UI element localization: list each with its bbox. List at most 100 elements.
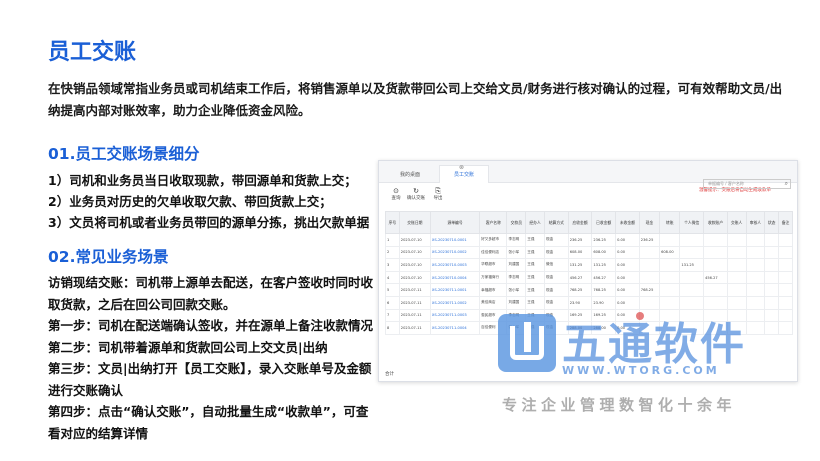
table-cell	[778, 270, 793, 285]
search-icon[interactable]: ⌕	[785, 180, 788, 188]
logo-dot-icon	[636, 312, 644, 320]
table-cell[interactable]: XS-20230711-0003	[429, 308, 481, 323]
table-cell: 佳佳便利店	[479, 245, 508, 260]
table-cell: 2023-07-11	[398, 283, 431, 297]
export-icon: ⎘	[435, 187, 441, 195]
table-cell	[764, 283, 780, 297]
column-header[interactable]: 交账人	[726, 211, 747, 234]
table-cell: 王强	[525, 270, 545, 285]
table-cell	[778, 233, 793, 247]
table-cell	[745, 270, 766, 285]
table-cell: 0.00	[615, 270, 640, 285]
column-header[interactable]: 结算方式	[543, 211, 569, 234]
column-header[interactable]: 客户名称	[479, 211, 508, 234]
table-row[interactable]: 5 2023-07-11 XS-20230711-0001 幸福超市 张小军 王强 现金 76…	[385, 283, 793, 297]
table-cell: 现金	[543, 283, 569, 297]
column-header[interactable]: 序号	[385, 211, 400, 234]
column-header[interactable]: 经办人	[525, 211, 545, 234]
paragraph: 第四步：点击“确认交账”，自动批量生成“收款单”，可查看对应的结算详情	[48, 404, 369, 441]
table-cell: 131.25	[591, 258, 617, 272]
table-cell: 768.25	[567, 283, 593, 297]
table-cell	[679, 270, 705, 285]
table-cell: 7	[385, 308, 400, 323]
column-header[interactable]: 现金	[638, 211, 661, 234]
export-button[interactable]: ⎘ 导出	[427, 187, 449, 201]
page-title: 员工交账	[48, 40, 137, 65]
table-cell: 4	[385, 270, 400, 285]
scenario-list: 1）司机和业务员当日收取现款，带回源单和货款上交； 2）业务员对历史的欠单收取欠…	[48, 170, 378, 233]
table-cell	[726, 283, 747, 297]
watermark-url: WWW.WTORG.COM	[562, 364, 720, 377]
table-cell	[679, 283, 705, 297]
table-cell[interactable]: XS-20230710-0002	[429, 245, 481, 260]
table-cell: 万家福商行	[479, 270, 508, 285]
column-header[interactable]: 状态	[764, 211, 780, 234]
table-cell: 王强	[525, 245, 545, 260]
search-input[interactable]: 单据编号 / 客户名称 ⌕	[703, 179, 791, 189]
close-icon[interactable]: ⊗	[459, 164, 464, 171]
table-row[interactable]: 1 2023-07-10 XS-20230710-0001 好又多超市 李志明 王强 现金 2…	[385, 233, 793, 247]
table-footer: 合计	[385, 372, 394, 377]
table-cell: 0.00	[615, 245, 640, 260]
table-row[interactable]: 4 2023-07-10 XS-20230710-0004 万家福商行 李志明 王强 现金 4…	[385, 270, 793, 285]
table-cell	[638, 258, 661, 272]
column-header[interactable]: 审核人	[745, 211, 766, 234]
column-header[interactable]: 源单编号	[429, 211, 481, 234]
business-scenario-text: 访销现结交账：司机带上源单去配送，在客户签收时同时收取货款，之后在回公司回款交账…	[48, 272, 378, 444]
table-cell[interactable]: XS-20230710-0003	[429, 258, 481, 272]
table-cell: 2023-07-11	[398, 321, 431, 335]
table-row[interactable]: 3 2023-07-10 XS-20230710-0003 华联超市 刘建国 王强 微信 13…	[385, 258, 793, 272]
table-cell	[726, 258, 747, 272]
column-header[interactable]: 个人微信	[679, 211, 705, 234]
table-cell	[679, 245, 705, 260]
column-header[interactable]: 未收金额	[615, 211, 640, 234]
list-item: 2）业务员对历史的欠单收取欠款、带回货款上交；	[48, 194, 332, 209]
table-cell[interactable]: XS-20230711-0004	[429, 321, 481, 335]
query-button[interactable]: ⊙ 查询	[385, 187, 407, 201]
table-cell[interactable]: XS-20230710-0004	[429, 270, 481, 285]
column-header[interactable]: 收款账户	[703, 211, 728, 234]
table-cell	[659, 233, 681, 247]
table-cell	[703, 283, 728, 297]
table-cell: 456.27	[591, 270, 617, 285]
table-cell	[726, 233, 747, 247]
table-cell: 现金	[543, 270, 569, 285]
table-cell	[778, 245, 793, 260]
table-cell: 6	[385, 295, 400, 310]
table-cell	[745, 258, 766, 272]
paragraph: 第一步：司机在配送端确认签收，并在源单上备注收款情况	[48, 318, 374, 333]
table-cell: 0.00	[615, 233, 640, 247]
table-cell: 131.25	[567, 258, 593, 272]
table-cell: 王强	[525, 233, 545, 247]
table-cell[interactable]: XS-20230711-0001	[429, 283, 481, 297]
table-header-row: 序号 交账日期 源单编号 客户名称 交款员 经办人 结算方式 应收金额 已收金额 未收金额 现金 转账…	[385, 211, 793, 234]
paragraph: 访销现结交账：司机带上源单去配送，在客户签收时同时收取货款，之后在回公司回款交账…	[48, 275, 374, 312]
table-cell: 1	[385, 233, 400, 247]
brand-logo-icon	[498, 314, 556, 372]
paragraph: 第二步：司机带着源单和货款回公司上交文员|出纳	[48, 339, 328, 355]
table-cell: 李志明	[506, 233, 527, 247]
table-cell	[778, 283, 793, 297]
table-cell: 236.25	[591, 233, 617, 247]
table-cell	[745, 233, 766, 247]
table-cell	[764, 258, 780, 272]
confirm-settlement-button[interactable]: ↻ 确认交账	[405, 187, 427, 201]
column-header[interactable]: 转账	[659, 211, 681, 234]
watermark-tagline: 专注企业管理数智化十余年	[502, 396, 737, 414]
table-cell[interactable]: XS-20230710-0001	[429, 233, 481, 247]
table-cell	[703, 245, 728, 260]
table-cell: 236.25	[567, 233, 593, 247]
table-row[interactable]: 2 2023-07-10 XS-20230710-0002 佳佳便利店 张小军 王强 现金 6…	[385, 245, 793, 260]
watermark-brand: 五通软件	[562, 319, 746, 370]
table-cell: 131.25	[679, 258, 705, 272]
column-header[interactable]: 已收金额	[591, 211, 617, 234]
column-header[interactable]: 交款员	[506, 211, 527, 234]
tab-desktop[interactable]: 我的桌面	[385, 165, 435, 183]
table-cell[interactable]: XS-20230711-0002	[429, 295, 481, 310]
column-header[interactable]: 备注	[778, 211, 793, 234]
table-cell	[703, 258, 728, 272]
table-cell	[679, 233, 705, 247]
table-cell: 8	[385, 321, 400, 335]
column-header[interactable]: 应收金额	[567, 211, 593, 234]
column-header[interactable]: 交账日期	[398, 211, 431, 234]
